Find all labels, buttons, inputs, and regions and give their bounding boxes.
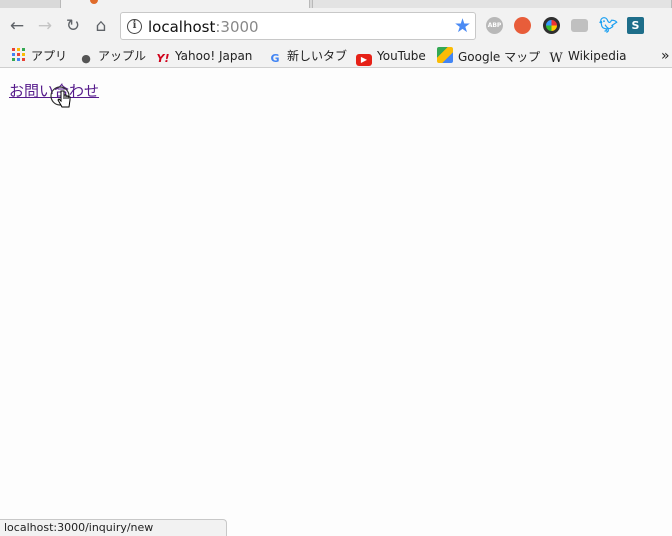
bookmark-label: Wikipedia (568, 49, 627, 63)
adblock-plus-icon[interactable]: ABP (486, 17, 503, 34)
yahoo-icon: Y! (156, 52, 170, 65)
url-port: :3000 (215, 18, 259, 36)
address-text[interactable]: localhost:3000 (148, 18, 259, 36)
bookmarks-bar: アプリ ● アップル Y! Yahoo! Japan G 新しいタブ ▶ YouTube… (0, 44, 672, 68)
bookmark-label: Yahoo! Japan (175, 49, 253, 63)
s-extension-icon[interactable]: S (627, 17, 644, 34)
bookmark-new-tab[interactable]: G 新しいタブ (268, 47, 347, 65)
home-icon: ⌂ (95, 16, 107, 36)
bookmark-youtube[interactable]: ▶ YouTube (356, 47, 426, 66)
apple-icon: ● (81, 52, 91, 65)
bookmark-label: アップル (98, 49, 147, 63)
camera-icon[interactable] (571, 19, 588, 32)
bookmark-label: YouTube (377, 49, 426, 63)
forward-button[interactable]: → (35, 16, 55, 36)
cookie-extension-icon[interactable] (514, 17, 531, 34)
bookmark-wikipedia[interactable]: W Wikipedia (549, 47, 627, 66)
url-host: localhost (148, 18, 216, 36)
google-g-icon: G (270, 52, 280, 65)
bookmark-yahoo[interactable]: Y! Yahoo! Japan (156, 47, 253, 65)
bookmark-label: 新しいタブ (287, 49, 348, 63)
back-button[interactable]: ← (7, 16, 27, 36)
wikipedia-icon: W (549, 51, 563, 66)
color-wheel-icon[interactable] (543, 17, 560, 34)
info-icon[interactable]: i (127, 19, 142, 34)
bookmarks-overflow-button[interactable]: » (661, 47, 670, 65)
bookmark-star-icon[interactable]: ★ (454, 15, 471, 37)
status-bar: localhost:3000/inquiry/new (0, 519, 227, 536)
back-arrow-icon: ← (9, 16, 25, 36)
tab-strip (0, 0, 672, 8)
s-extension-label: S (631, 19, 640, 32)
reload-button[interactable]: ↻ (63, 16, 83, 36)
bookmark-label: アプリ (31, 49, 68, 63)
tab-new[interactable] (312, 0, 672, 8)
home-button[interactable]: ⌂ (91, 16, 111, 36)
page-content: お問い合わせ (0, 69, 672, 536)
google-maps-icon (437, 47, 453, 63)
youtube-icon: ▶ (356, 54, 372, 66)
hand-pointer-cursor-icon (50, 86, 71, 108)
adblock-plus-label: ABP (487, 22, 502, 29)
bookmark-apple[interactable]: ● アップル (79, 47, 146, 65)
bookmark-apps[interactable]: アプリ (12, 47, 67, 65)
apps-grid-icon (12, 48, 26, 62)
browser-toolbar: ← → ↻ ⌂ i localhost:3000 ★ ABP 🐦︎ S (0, 8, 672, 44)
reload-icon: ↻ (65, 16, 81, 36)
bookmark-label: Google マップ (458, 50, 541, 64)
address-bar[interactable]: i localhost:3000 ★ (120, 12, 476, 40)
twitter-bird-icon[interactable]: 🐦︎ (599, 17, 618, 34)
bookmark-google-maps[interactable]: Google マップ (437, 47, 540, 65)
forward-arrow-icon: → (37, 16, 53, 36)
